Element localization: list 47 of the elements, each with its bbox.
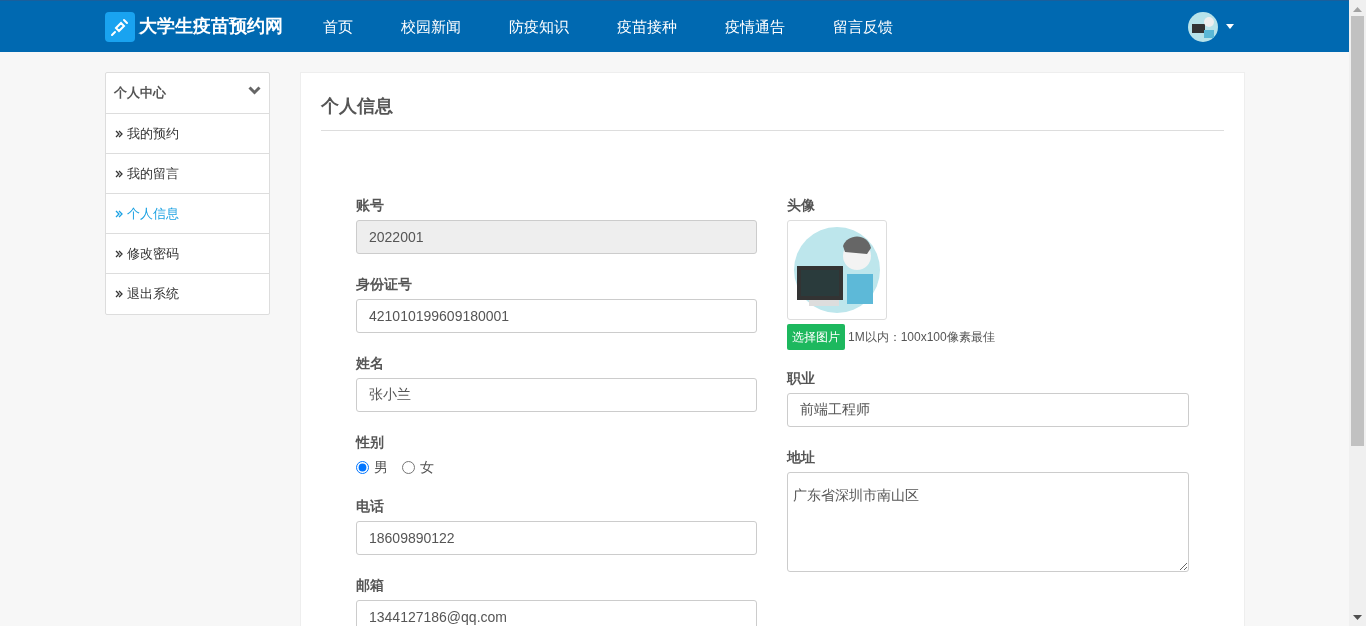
radio-button[interactable] xyxy=(402,460,415,474)
input-field[interactable]: 张小兰 xyxy=(356,378,757,412)
field-label: 头像 xyxy=(787,196,816,215)
input-field[interactable]: 18609890122 xyxy=(356,521,757,555)
double-chevron-icon xyxy=(115,249,123,258)
field-label: 身份证号 xyxy=(356,275,413,294)
nav-link[interactable]: 首页 xyxy=(299,0,377,53)
input-field[interactable]: 前端工程师 xyxy=(787,393,1189,427)
radio-button[interactable] xyxy=(356,460,369,474)
panel-title: 个人信息 xyxy=(321,73,1224,131)
field-label: 姓名 xyxy=(356,354,385,373)
scrollbar-thumb[interactable] xyxy=(1351,16,1364,446)
chevron-down-icon[interactable] xyxy=(248,85,261,95)
sidebar-header[interactable]: 个人中心 xyxy=(106,73,269,114)
syringe-logo-icon xyxy=(105,11,135,42)
field-label: 电话 xyxy=(356,497,385,516)
caret-icon[interactable] xyxy=(1226,24,1234,29)
double-chevron-icon xyxy=(115,209,123,218)
double-chevron-icon xyxy=(115,129,123,138)
textarea-field[interactable]: 广东省深圳市南山区 xyxy=(787,472,1189,572)
sidebar-item[interactable]: 我的预约 xyxy=(106,114,269,154)
field-label: 账号 xyxy=(356,196,385,215)
field-label: 职业 xyxy=(787,369,816,388)
site-title[interactable]: 大学生疫苗预约网 xyxy=(139,13,283,40)
input-field[interactable]: 421010199609180001 xyxy=(356,299,757,333)
scroll-up-icon[interactable] xyxy=(1353,7,1362,12)
double-chevron-icon xyxy=(115,169,123,178)
radio-label[interactable]: 女 xyxy=(420,456,434,478)
scroll-down-icon[interactable] xyxy=(1353,615,1362,620)
sidebar-title: 个人中心 xyxy=(114,84,166,103)
upload-hint: 1M以内：100x100像素最佳 xyxy=(848,329,995,346)
field-label: 地址 xyxy=(787,448,816,467)
user-avatar-icon[interactable] xyxy=(1188,11,1218,42)
radio-label[interactable]: 男 xyxy=(374,456,388,478)
scrollbar[interactable] xyxy=(1349,0,1366,626)
double-chevron-icon xyxy=(115,290,123,298)
field-label: 邮箱 xyxy=(356,576,385,595)
nav-link[interactable]: 留言反馈 xyxy=(809,0,917,53)
sidebar-item[interactable]: 我的留言 xyxy=(106,154,269,194)
input-field[interactable]: 1344127186@qq.com xyxy=(356,600,757,626)
field-label: 性别 xyxy=(356,433,385,452)
nav-link[interactable]: 校园新闻 xyxy=(377,0,485,53)
sidebar-item[interactable]: 退出系统 xyxy=(106,274,269,314)
nav-link[interactable]: 疫苗接种 xyxy=(593,0,701,53)
nav-link[interactable]: 防疫知识 xyxy=(485,0,593,53)
nav-link[interactable]: 疫情通告 xyxy=(701,0,809,53)
sidebar-item[interactable]: 修改密码 xyxy=(106,234,269,274)
